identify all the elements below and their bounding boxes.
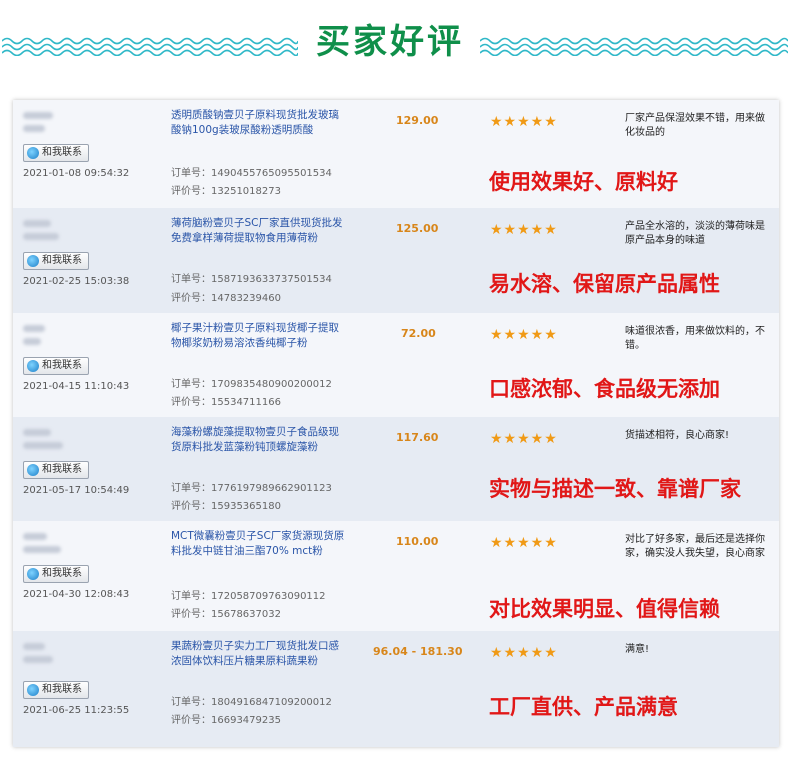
product-link[interactable]: 薄荷脑粉壹贝子SC厂家直供现货批发免费拿样薄荷提取物食用薄荷粉 (171, 216, 349, 246)
highlight-tag: 工厂直供、产品满意 (489, 695, 678, 719)
review-comment: 产品全水溶的，淡淡的薄荷味是原产品本身的味道 (625, 221, 765, 246)
blurred-buyer-level (23, 233, 59, 240)
review-row: 和我联系 2021-04-30 12:08:43 MCT微囊粉壹贝子SC厂家货源… (13, 521, 779, 632)
blurred-buyer-name (23, 429, 51, 436)
review-comment: 味道很浓香，用来做饮料的，不错。 (625, 326, 765, 351)
star-rating: ★★★★★ (490, 645, 558, 661)
product-link[interactable]: 海藻粉螺旋藻提取物壹贝子食品级现货原料批发蓝藻粉钝顶螺旋藻粉 (171, 425, 349, 455)
blurred-buyer-level (23, 125, 45, 132)
highlight-tag: 实物与描述一致、靠谱厂家 (489, 477, 741, 501)
review-comment: 满意! (625, 644, 650, 655)
blurred-buyer-name (23, 643, 45, 650)
wave-decoration-left (2, 37, 298, 56)
product-link[interactable]: 透明质酸钠壹贝子原料现货批发玻璃酸钠100g装玻尿酸粉透明质酸 (171, 108, 349, 138)
blurred-buyer-level (23, 656, 53, 663)
order-number: 订单号：1720587097630901​12 (171, 591, 326, 602)
star-rating: ★★★★★ (490, 535, 558, 551)
blurred-buyer-name (23, 112, 53, 119)
review-date: 2021-04-15 11:10:43 (23, 381, 130, 392)
order-number: 订单号：1776197989662901123 (171, 483, 332, 494)
blurred-buyer-level (23, 546, 61, 553)
product-link[interactable]: MCT微囊粉壹贝子SC厂家货源现货原料批发中链甘油三酯70% mct粉 (171, 529, 349, 559)
review-number: 评价号：16693479235 (171, 715, 281, 726)
star-rating: ★★★★★ (490, 431, 558, 447)
contact-button[interactable]: 和我联系 (23, 461, 89, 479)
review-comment: 对比了好多家，最后还是选择你家，确实没人我失望，良心商家 (625, 534, 765, 559)
review-date: 2021-01-08 09:54:32 (23, 168, 130, 179)
review-row: 和我联系 2021-06-25 11:23:55 果蔬粉壹贝子实力工厂现货批发口… (13, 631, 779, 747)
highlight-tag: 使用效果好、原料好 (489, 170, 678, 194)
order-number: 订单号：1490455765095501534 (171, 168, 332, 179)
blurred-buyer-name (23, 325, 45, 332)
blurred-buyer-name (23, 220, 51, 227)
buyer-info: 和我联系 2021-06-25 11:23:55 (23, 637, 163, 716)
price: 125.00 (396, 222, 439, 235)
product-link[interactable]: 果蔬粉壹贝子实力工厂现货批发口感浓固体饮料压片糖果原料蔬果粉 (171, 639, 349, 669)
buyer-info: 和我联系 2021-04-30 12:08:43 (23, 527, 163, 600)
buyer-info: 和我联系 2021-02-25 15:03:38 (23, 214, 163, 287)
review-date: 2021-04-30 12:08:43 (23, 589, 130, 600)
review-row: 和我联系 2021-02-25 15:03:38 薄荷脑粉壹贝子SC厂家直供现货… (13, 208, 779, 314)
review-row: 和我联系 2021-01-08 09:54:32 透明质酸钠壹贝子原料现货批发玻… (13, 100, 779, 209)
highlight-tag: 对比效果明显、值得信赖 (489, 597, 720, 621)
blurred-buyer-name (23, 533, 47, 540)
star-rating: ★★★★★ (490, 327, 558, 343)
review-row: 和我联系 2021-04-15 11:10:43 椰子果汁粉壹贝子原料现货椰子提… (13, 313, 779, 418)
price: 110.00 (396, 535, 439, 548)
price: 117.60 (396, 431, 439, 444)
buyer-info: 和我联系 2021-01-08 09:54:32 (23, 106, 163, 179)
blurred-buyer-level (23, 338, 41, 345)
chat-icon (27, 568, 39, 580)
review-row: 和我联系 2021-05-17 10:54:49 海藻粉螺旋藻提取物壹贝子食品级… (13, 417, 779, 522)
review-number: 评价号：15534711166 (171, 397, 281, 408)
order-number: 订单号：1709835480900200012 (171, 379, 332, 390)
highlight-tag: 口感浓郁、食品级无添加 (489, 377, 720, 401)
chat-icon (27, 360, 39, 372)
highlight-tag: 易水溶、保留原产品属性 (489, 272, 720, 296)
review-comment: 厂家产品保湿效果不错，用来做化妆品的 (625, 113, 765, 138)
contact-button[interactable]: 和我联系 (23, 252, 89, 270)
buyer-info: 和我联系 2021-05-17 10:54:49 (23, 423, 163, 496)
star-rating: ★★★★★ (490, 114, 558, 130)
review-number: 评价号：15678637032 (171, 609, 281, 620)
product-link[interactable]: 椰子果汁粉壹贝子原料现货椰子提取物椰浆奶粉易溶浓香纯椰子粉 (171, 321, 349, 351)
chat-icon (27, 684, 39, 696)
contact-button[interactable]: 和我联系 (23, 357, 89, 375)
review-number: 评价号：14783239460 (171, 293, 281, 304)
contact-button[interactable]: 和我联系 (23, 144, 89, 162)
review-date: 2021-02-25 15:03:38 (23, 276, 130, 287)
review-number: 评价号：15935365180 (171, 501, 281, 512)
buyer-info: 和我联系 2021-04-15 11:10:43 (23, 319, 163, 392)
price: 96.04 - 181.30 (373, 645, 463, 658)
page-title: 买家好评 (316, 22, 464, 62)
order-number: 订单号：1804916847109200012 (171, 697, 332, 708)
review-date: 2021-06-25 11:23:55 (23, 705, 130, 716)
chat-icon (27, 464, 39, 476)
header: 买家好评 (0, 0, 790, 88)
star-rating: ★★★★★ (490, 222, 558, 238)
wave-decoration-right (480, 37, 788, 56)
review-comment: 货描述相符，良心商家! (625, 430, 730, 441)
review-date: 2021-05-17 10:54:49 (23, 485, 130, 496)
chat-icon (27, 147, 39, 159)
review-number: 评价号：13251018273 (171, 186, 281, 197)
chat-icon (27, 255, 39, 267)
contact-button[interactable]: 和我联系 (23, 681, 89, 699)
price: 129.00 (396, 114, 439, 127)
contact-button[interactable]: 和我联系 (23, 565, 89, 583)
order-number: 订单号：1587193633737501534 (171, 274, 332, 285)
blurred-buyer-level (23, 442, 63, 449)
review-list: 和我联系 2021-01-08 09:54:32 透明质酸钠壹贝子原料现货批发玻… (13, 100, 779, 747)
price: 72.00 (401, 327, 436, 340)
